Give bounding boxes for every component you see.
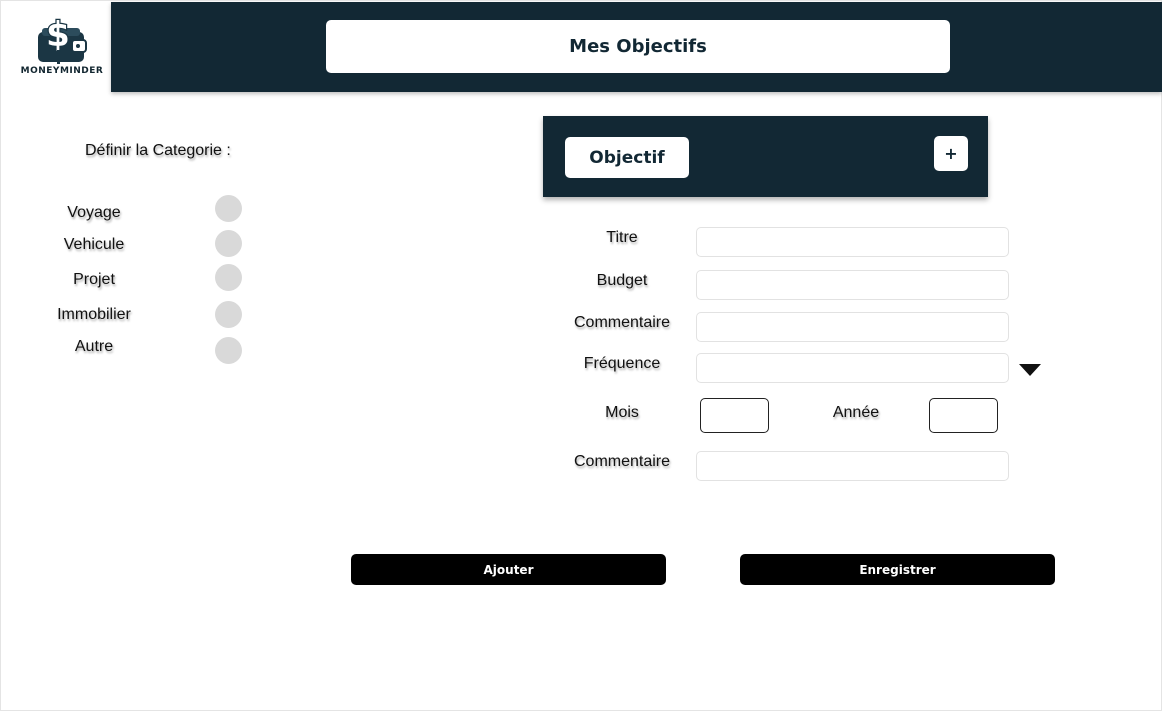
- category-label-vehicule: Vehicule: [63, 236, 125, 253]
- svg-text:$: $: [46, 15, 70, 55]
- budget-label: Budget: [596, 272, 648, 289]
- logo: $ MONEYMINDER: [14, 10, 110, 84]
- mois-label: Mois: [605, 404, 639, 421]
- annee-input[interactable]: [929, 398, 998, 433]
- category-label-projet: Projet: [73, 271, 115, 288]
- page-title: Mes Objectifs: [326, 20, 950, 73]
- ajouter-button[interactable]: Ajouter: [351, 554, 666, 585]
- caret-down-icon[interactable]: [1019, 364, 1041, 376]
- objectif-tab[interactable]: Objectif: [565, 137, 689, 178]
- logo-text: MONEYMINDER: [20, 66, 104, 76]
- category-title: Définir la Categorie :: [85, 142, 231, 159]
- commentaire-2-input[interactable]: [696, 451, 1009, 481]
- category-label-voyage: Voyage: [67, 204, 121, 221]
- category-radio-vehicule[interactable]: [215, 230, 242, 257]
- add-objectif-button[interactable]: +: [934, 136, 968, 171]
- category-radio-projet[interactable]: [215, 264, 242, 291]
- titre-label: Titre: [606, 229, 638, 246]
- category-radio-voyage[interactable]: [215, 195, 242, 222]
- annee-label: Année: [832, 404, 880, 421]
- frequence-label: Fréquence: [583, 355, 661, 372]
- commentaire-2-label: Commentaire: [573, 453, 671, 470]
- enregistrer-button[interactable]: Enregistrer: [740, 554, 1055, 585]
- category-label-immobilier: Immobilier: [57, 306, 131, 323]
- titre-input[interactable]: [696, 227, 1009, 257]
- frequence-select[interactable]: [696, 353, 1009, 383]
- category-radio-autre[interactable]: [215, 337, 242, 364]
- objectif-panel: Objectif +: [543, 116, 988, 197]
- commentaire-label: Commentaire: [573, 314, 671, 331]
- header-bar: Mes Objectifs: [111, 2, 1162, 92]
- category-radio-immobilier[interactable]: [215, 301, 242, 328]
- commentaire-input[interactable]: [696, 312, 1009, 342]
- wallet-dollar-icon: $: [38, 14, 87, 64]
- budget-input[interactable]: [696, 270, 1009, 300]
- category-label-autre: Autre: [74, 338, 114, 355]
- mois-input[interactable]: [700, 398, 769, 433]
